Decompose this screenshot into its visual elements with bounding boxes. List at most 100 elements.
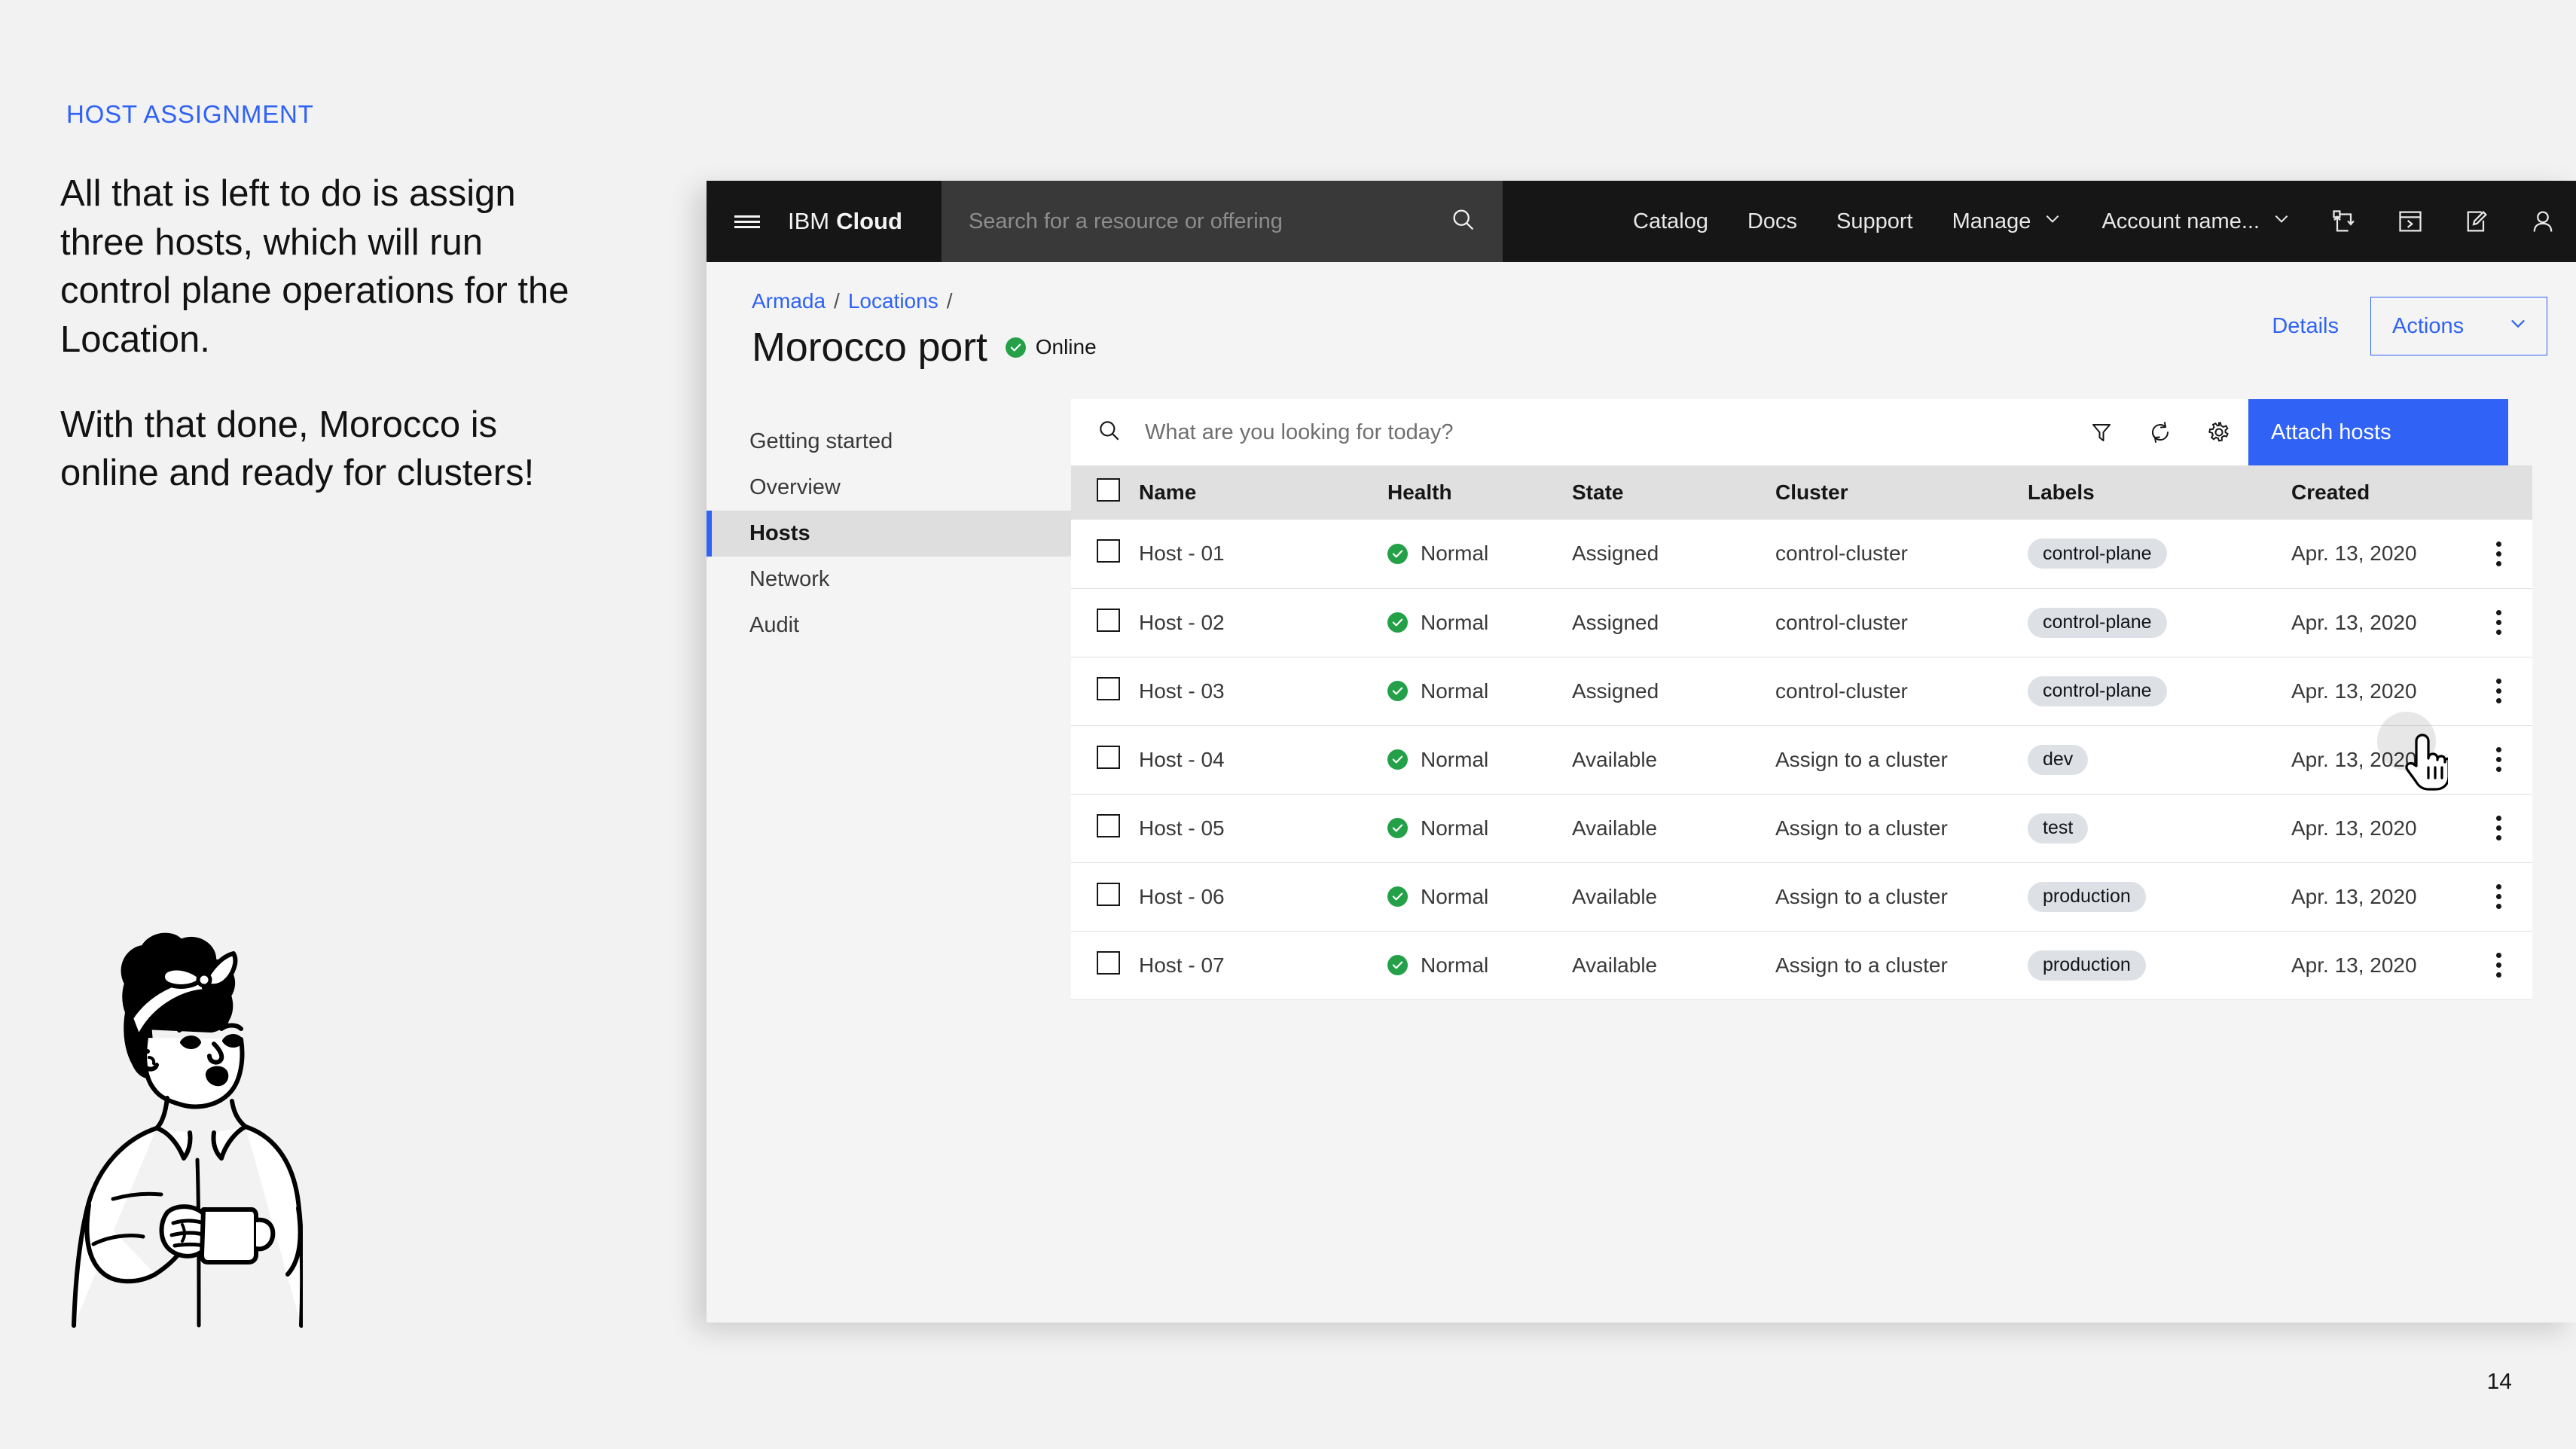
kebab-overflow-menu-icon[interactable] <box>2465 610 2532 635</box>
table-row[interactable]: Host - 02 Normal Assigned control-cluster co… <box>1071 588 2532 657</box>
sidebar-item-label: Overview <box>749 475 841 499</box>
sidebar-item-hosts[interactable]: Hosts <box>707 511 1071 557</box>
kebab-overflow-menu-icon[interactable] <box>2465 953 2532 978</box>
row-select-cell <box>1071 520 1139 589</box>
cell-created: Apr. 13, 2020 <box>2291 588 2465 657</box>
row-select-cell <box>1071 588 1139 657</box>
label-tag[interactable]: control-plane <box>2028 538 2167 569</box>
user-avatar-icon[interactable] <box>2510 181 2576 262</box>
nav-link-account[interactable]: Account name... <box>2082 209 2311 234</box>
details-link[interactable]: Details <box>2240 314 2370 339</box>
breadcrumb-item-locations[interactable]: Locations <box>848 289 939 313</box>
refresh-icon[interactable] <box>2131 399 2190 465</box>
check-circle-icon <box>1387 955 1408 975</box>
row-checkbox[interactable] <box>1097 745 1120 769</box>
cell-created: Apr. 13, 2020 <box>2291 794 2465 863</box>
table-row[interactable]: Host - 06 Normal Available Assign to a clus… <box>1071 862 2532 932</box>
nav-link-manage[interactable]: Manage <box>1933 209 2083 234</box>
breadcrumb-separator: / <box>834 289 840 313</box>
app-body: Getting started Overview Hosts Network A… <box>707 399 2576 1322</box>
status-badge: Online <box>1005 335 1097 359</box>
terminal-console-icon[interactable] <box>2377 181 2443 262</box>
breadcrumb-item-armada[interactable]: Armada <box>752 289 826 313</box>
gear-icon[interactable] <box>2190 399 2248 465</box>
table-row[interactable]: Host - 05 Normal Available Assign to a clus… <box>1071 794 2532 863</box>
table-search-input[interactable]: What are you looking for today? <box>1071 399 2072 465</box>
sidebar-item-network[interactable]: Network <box>707 557 1071 602</box>
row-checkbox[interactable] <box>1097 608 1120 632</box>
kebab-overflow-menu-icon[interactable] <box>2465 541 2532 566</box>
cell-health: Normal <box>1387 794 1572 863</box>
hamburger-menu-icon[interactable] <box>707 181 788 262</box>
table-row[interactable]: Host - 04 Normal Available Assign to a clus… <box>1071 725 2532 795</box>
sidebar-item-audit[interactable]: Audit <box>707 602 1071 648</box>
table-row[interactable]: Host - 01 Normal Assigned control-cluster co… <box>1071 520 2532 589</box>
notebook-edit-icon[interactable] <box>2443 181 2510 262</box>
nav-link-docs[interactable]: Docs <box>1728 209 1817 234</box>
label-tag[interactable]: production <box>2028 881 2146 912</box>
select-all-checkbox[interactable] <box>1097 478 1120 502</box>
cell-health: Normal <box>1387 657 1572 726</box>
cell-cluster[interactable]: Assign to a cluster <box>1775 794 2028 863</box>
cell-row-menu <box>2465 588 2532 657</box>
table-row[interactable]: Host - 03 Normal Assigned control-cluster co… <box>1071 657 2532 726</box>
label-tag[interactable]: dev <box>2028 744 2089 775</box>
health-label: Normal <box>1421 679 1489 703</box>
cell-cluster[interactable]: control-cluster <box>1775 520 2028 589</box>
status-label: Online <box>1035 335 1097 358</box>
cell-cluster[interactable]: control-cluster <box>1775 657 2028 726</box>
cell-health: Normal <box>1387 725 1572 795</box>
cell-labels: test <box>2028 794 2291 863</box>
row-checkbox[interactable] <box>1097 539 1120 563</box>
label-tag[interactable]: production <box>2028 950 2146 981</box>
column-header-health[interactable]: Health <box>1387 465 1572 520</box>
cell-row-menu <box>2465 931 2532 1000</box>
check-circle-icon <box>1005 337 1026 358</box>
global-search-field[interactable]: Search for a resource or offering <box>941 181 1503 262</box>
cell-labels: control-plane <box>2028 520 2291 589</box>
cell-cluster[interactable]: Assign to a cluster <box>1775 931 2028 1000</box>
table-row[interactable]: Host - 07 Normal Available Assign to a clus… <box>1071 931 2532 1000</box>
actions-button[interactable]: Actions <box>2370 297 2547 355</box>
search-icon[interactable] <box>1450 206 1477 237</box>
row-checkbox[interactable] <box>1097 813 1120 837</box>
column-header-state[interactable]: State <box>1572 465 1775 520</box>
sidebar-item-getting-started[interactable]: Getting started <box>707 419 1071 465</box>
filter-icon[interactable] <box>2072 399 2131 465</box>
cell-cluster[interactable]: Assign to a cluster <box>1775 862 2028 932</box>
row-checkbox[interactable] <box>1097 882 1120 906</box>
cell-name: Host - 05 <box>1139 794 1387 863</box>
row-select-cell <box>1071 725 1139 795</box>
column-header-cluster[interactable]: Cluster <box>1775 465 2028 520</box>
row-checkbox[interactable] <box>1097 676 1120 700</box>
global-search-placeholder: Search for a resource or offering <box>968 209 1283 233</box>
column-header-created[interactable]: Created <box>2291 465 2465 520</box>
cell-state: Assigned <box>1572 520 1775 589</box>
kebab-overflow-menu-icon[interactable] <box>2465 679 2532 703</box>
check-circle-icon <box>1387 681 1408 701</box>
nav-link-support[interactable]: Support <box>1817 209 1933 234</box>
ibm-cloud-logo[interactable]: IBM Cloud <box>788 181 942 262</box>
row-select-cell <box>1071 794 1139 863</box>
kebab-overflow-menu-icon[interactable] <box>2465 816 2532 840</box>
sidebar-item-overview[interactable]: Overview <box>707 465 1071 511</box>
label-tag[interactable]: control-plane <box>2028 607 2167 638</box>
table-head: Name Health State Cluster Labels Created <box>1071 465 2532 520</box>
kebab-overflow-menu-icon[interactable] <box>2465 747 2532 772</box>
cell-cluster[interactable]: control-cluster <box>1775 588 2028 657</box>
cell-name: Host - 01 <box>1139 520 1387 589</box>
attach-hosts-button[interactable]: Attach hosts <box>2248 399 2508 465</box>
nav-link-catalog[interactable]: Catalog <box>1613 209 1728 234</box>
label-tag[interactable]: control-plane <box>2028 676 2167 706</box>
column-header-name[interactable]: Name <box>1139 465 1387 520</box>
kebab-overflow-menu-icon[interactable] <box>2465 884 2532 909</box>
migration-transfer-icon[interactable] <box>2311 181 2377 262</box>
page-header: Armada / Locations / Morocco port Online… <box>707 262 2576 399</box>
row-checkbox[interactable] <box>1097 950 1120 975</box>
column-header-labels[interactable]: Labels <box>2028 465 2291 520</box>
label-tag[interactable]: test <box>2028 813 2089 843</box>
cell-labels: production <box>2028 862 2291 932</box>
hosts-table: Name Health State Cluster Labels Created… <box>1071 465 2532 1000</box>
slide-eyebrow: HOST ASSIGNMENT <box>66 100 314 128</box>
cell-cluster[interactable]: Assign to a cluster <box>1775 725 2028 795</box>
